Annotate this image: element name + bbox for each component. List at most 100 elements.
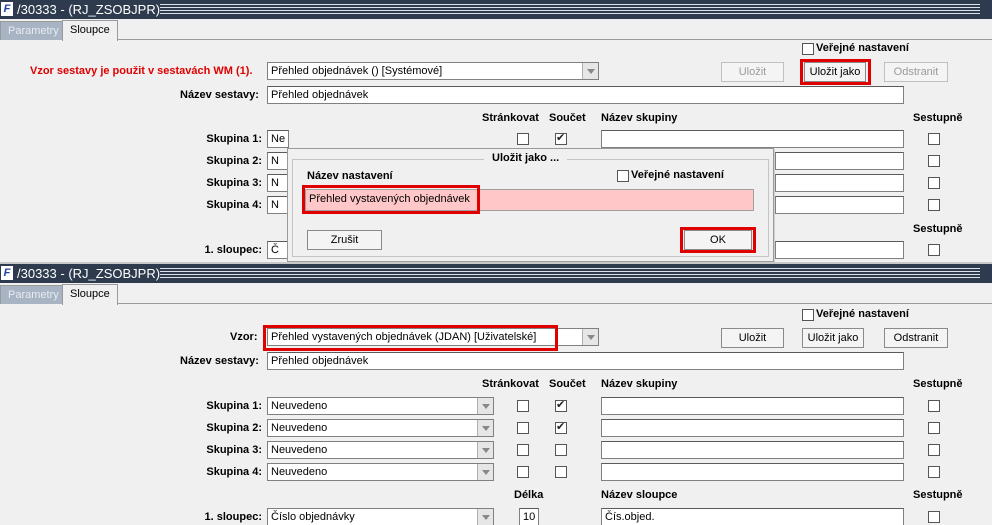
column-1-desc-checkbox[interactable] — [928, 244, 940, 256]
ok-button[interactable]: OK — [684, 230, 752, 250]
report-name-label: Název sestavy: — [180, 355, 259, 367]
tab-parametry[interactable]: Parametry — [0, 285, 67, 304]
column-1-label: 1. sloupec: — [204, 244, 262, 256]
group-1-value: Neuvedeno — [271, 400, 328, 412]
group-3-sum-checkbox[interactable] — [555, 444, 567, 456]
group-3-name-input[interactable] — [601, 441, 904, 459]
column-1-select[interactable]: Č — [267, 241, 289, 259]
vzor-select[interactable]: Přehled vystavených objednávek (JDAN) [U… — [267, 328, 599, 346]
setting-name-input[interactable]: Přehled vystavených objednávek — [305, 189, 754, 211]
tab-sloupce[interactable]: Sloupce — [62, 284, 118, 305]
group-3-select[interactable]: N — [267, 174, 289, 192]
group-1-name-input[interactable] — [601, 130, 904, 148]
group-1-paging-checkbox[interactable] — [517, 400, 529, 412]
col-soucet: Součet — [549, 112, 586, 124]
group-2-paging-checkbox[interactable] — [517, 422, 529, 434]
group-1-select[interactable]: Neuvedeno — [267, 397, 494, 415]
group-3-desc-checkbox[interactable] — [928, 177, 940, 189]
column-1-name-input[interactable] — [775, 241, 904, 259]
group-3-name-input[interactable] — [775, 174, 904, 192]
vzor-label: Vzor: — [230, 331, 258, 343]
col-group-name: Název skupiny — [601, 112, 678, 124]
chevron-down-icon — [582, 329, 598, 345]
group-2-select[interactable]: N — [267, 152, 289, 170]
group-1-paging-checkbox[interactable] — [517, 133, 529, 145]
chevron-down-icon — [477, 420, 493, 436]
column-1-desc-checkbox[interactable] — [928, 511, 940, 523]
group-4-select[interactable]: N — [267, 196, 289, 214]
window-titlebar: F /30333 - (RJ_ZSOBJPR) — [0, 264, 992, 283]
group-2-select[interactable]: Neuvedeno — [267, 419, 494, 437]
public-settings-label: Veřejné nastavení — [816, 42, 909, 54]
save-as-dialog: Uložit jako ... Název nastavení Veřejné … — [287, 148, 774, 262]
group-4-desc-checkbox[interactable] — [928, 466, 940, 478]
group-3-select[interactable]: Neuvedeno — [267, 441, 494, 459]
column-1-name-input[interactable]: Čís.objed. — [601, 508, 904, 525]
group-4-sum-checkbox[interactable] — [555, 466, 567, 478]
public-settings-checkbox[interactable] — [802, 43, 814, 55]
remove-button[interactable]: Odstranit — [884, 328, 948, 348]
save-button[interactable]: Uložit — [721, 328, 784, 348]
group-2-label: Skupina 2: — [206, 155, 262, 167]
group-2-name-input[interactable] — [601, 419, 904, 437]
col-sestupne: Sestupně — [913, 378, 963, 390]
col-delka: Délka — [514, 489, 544, 501]
chevron-down-icon — [582, 63, 598, 79]
tab-bar: Parametry Sloupce — [0, 283, 992, 305]
group-3-value: Neuvedeno — [271, 444, 328, 456]
group-4-value: Neuvedeno — [271, 466, 328, 478]
save-as-button[interactable]: Uložit jako — [802, 328, 864, 348]
group-1-sum-checkbox[interactable] — [555, 398, 567, 412]
col-soucet: Součet — [549, 378, 586, 390]
column-1-label: 1. sloupec: — [204, 511, 262, 523]
vzor-select[interactable]: Přehled objednávek () [Systémové] — [267, 62, 599, 80]
tab-sloupce[interactable]: Sloupce — [62, 20, 118, 41]
dialog-title: Uložit jako ... — [484, 152, 568, 164]
group-2-value: Neuvedeno — [271, 422, 328, 434]
vzor-select-value: Přehled objednávek () [Systémové] — [271, 65, 443, 77]
group-4-name-input[interactable] — [775, 196, 904, 214]
col-sestupne: Sestupně — [913, 112, 963, 124]
chevron-down-icon — [477, 398, 493, 414]
chevron-down-icon — [477, 442, 493, 458]
report-name-input[interactable]: Přehled objednávek — [267, 352, 904, 370]
vzor-warning-label: Vzor sestavy je použit v sestavách WM (1… — [30, 65, 253, 77]
column-1-select[interactable]: Číslo objednávky — [267, 508, 494, 525]
save-as-button[interactable]: Uložit jako — [804, 62, 866, 82]
group-4-desc-checkbox[interactable] — [928, 199, 940, 211]
remove-button[interactable]: Odstranit — [884, 62, 948, 82]
dialog-public-checkbox[interactable] — [617, 170, 629, 182]
save-button[interactable]: Uložit — [721, 62, 784, 82]
group-4-paging-checkbox[interactable] — [517, 466, 529, 478]
public-settings-checkbox[interactable] — [802, 309, 814, 321]
tab-bar: Parametry Sloupce — [0, 19, 992, 41]
group-3-desc-checkbox[interactable] — [928, 444, 940, 456]
group-4-name-input[interactable] — [601, 463, 904, 481]
group-1-select[interactable]: Ne — [267, 130, 289, 148]
group-2-desc-checkbox[interactable] — [928, 422, 940, 434]
group-2-name-input[interactable] — [775, 152, 904, 170]
titlebar-stripes — [160, 4, 980, 15]
setting-name-label: Název nastavení — [307, 170, 393, 182]
group-1-desc-checkbox[interactable] — [928, 400, 940, 412]
group-4-label: Skupina 4: — [206, 466, 262, 478]
group-1-desc-checkbox[interactable] — [928, 133, 940, 145]
col-sestupne-2: Sestupně — [913, 489, 963, 501]
col-strankovat: Stránkovat — [482, 378, 539, 390]
report-name-input[interactable]: Přehled objednávek — [267, 86, 904, 104]
group-4-label: Skupina 4: — [206, 199, 262, 211]
group-1-sum-checkbox[interactable] — [555, 131, 567, 145]
window-title: /30333 - (RJ_ZSOBJPR) — [17, 2, 161, 17]
group-1-name-input[interactable] — [601, 397, 904, 415]
column-1-length-input[interactable]: 10 — [519, 508, 539, 525]
group-2-desc-checkbox[interactable] — [928, 155, 940, 167]
group-4-select[interactable]: Neuvedeno — [267, 463, 494, 481]
group-2-sum-checkbox[interactable] — [555, 420, 567, 434]
cancel-button[interactable]: Zrušit — [307, 230, 382, 250]
tab-parametry[interactable]: Parametry — [0, 21, 67, 40]
group-1-label: Skupina 1: — [206, 400, 262, 412]
group-3-label: Skupina 3: — [206, 177, 262, 189]
group-3-paging-checkbox[interactable] — [517, 444, 529, 456]
report-name-label: Název sestavy: — [180, 89, 259, 101]
column-1-value: Číslo objednávky — [271, 511, 355, 523]
